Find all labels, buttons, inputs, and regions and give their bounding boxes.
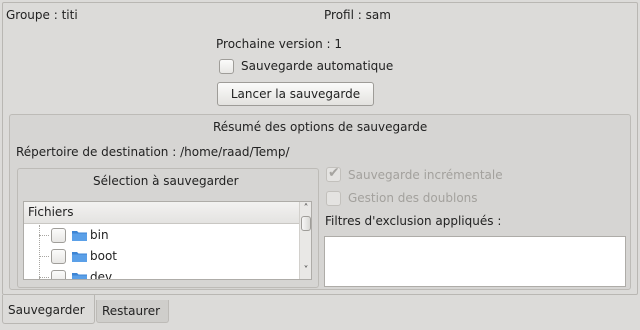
tree-item-checkbox[interactable]: [51, 249, 66, 264]
auto-backup-checkbox[interactable]: [219, 59, 234, 74]
incremental-checkbox[interactable]: ✔: [326, 165, 341, 182]
folder-icon: [72, 273, 87, 279]
auto-backup-label[interactable]: Sauvegarde automatique: [241, 58, 393, 74]
tree-item-boot[interactable]: boot: [24, 246, 299, 267]
exclusion-filters-list[interactable]: [324, 236, 626, 287]
tree-scrollbar[interactable]: ˄ ˅: [299, 202, 311, 279]
tree-item-label: dev: [90, 270, 113, 280]
exclusion-filters-label: Filtres d'exclusion appliqués :: [325, 214, 502, 228]
profile-label: Profil : sam: [324, 8, 391, 22]
next-version-label: Prochaine version : 1: [216, 37, 342, 51]
file-tree-header[interactable]: Fichiers: [24, 202, 299, 224]
tree-item-checkbox[interactable]: [51, 228, 66, 243]
tree-connector: [39, 256, 49, 257]
group-label: Groupe : titi: [6, 8, 78, 22]
options-summary-title: Résumé des options de sauvegarde: [213, 120, 428, 134]
tree-item-checkbox[interactable]: [51, 270, 66, 279]
tab-restore[interactable]: Restaurer: [96, 300, 169, 323]
file-tree[interactable]: Fichiers bin boot dev ˄ ˅: [23, 201, 312, 280]
folder-icon: [72, 231, 87, 241]
incremental-label: Sauvegarde incrémentale: [348, 168, 503, 182]
tab-save[interactable]: Sauvegarder: [2, 295, 95, 324]
tree-item-dev[interactable]: dev: [24, 267, 299, 280]
tree-connector: [39, 277, 49, 278]
checkmark-icon: ✔: [328, 165, 340, 181]
tree-item-label: boot: [90, 249, 118, 263]
tree-connector: [39, 235, 49, 236]
tree-item-bin[interactable]: bin: [24, 225, 299, 246]
scrollbar-thumb[interactable]: [301, 216, 311, 231]
run-backup-button[interactable]: Lancer la sauvegarde: [217, 82, 374, 106]
destination-label: Répertoire de destination : /home/raad/T…: [16, 145, 290, 159]
duplicates-label: Gestion des doublons: [348, 191, 478, 205]
scroll-down-arrow-icon[interactable]: ˅: [300, 265, 311, 277]
folder-icon: [72, 252, 87, 262]
selection-title: Sélection à sauvegarder: [93, 174, 239, 188]
tree-item-label: bin: [90, 228, 109, 242]
duplicates-checkbox[interactable]: [326, 191, 341, 206]
scroll-up-arrow-icon[interactable]: ˄: [300, 203, 311, 215]
